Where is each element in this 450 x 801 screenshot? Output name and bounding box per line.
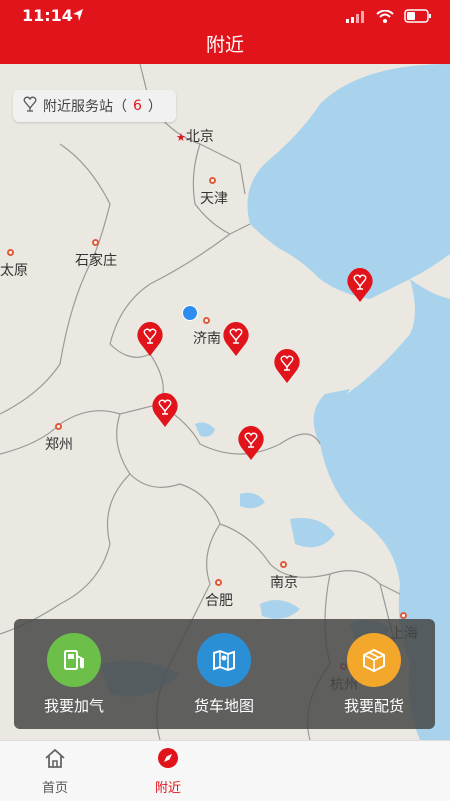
city-shijiazhuang: 石家庄 (75, 234, 117, 270)
status-time: 11:14 (22, 6, 73, 25)
city-tianjin: 天津 (200, 172, 228, 208)
station-pin[interactable] (151, 392, 179, 428)
nav-bar: 附近 (0, 30, 450, 64)
nearby-stations-count: 6 (133, 98, 142, 114)
box-icon (347, 633, 401, 687)
map-icon (197, 633, 251, 687)
map-view[interactable]: 附近服务站（ 6 ） ★北京 天津 石家庄 太原 济南 郑州 合肥 南京 上海 … (0, 64, 450, 740)
battery-icon (404, 8, 432, 27)
nearby-stations-chip[interactable]: 附近服务站（ 6 ） (13, 90, 176, 122)
signal-icon (346, 8, 366, 27)
truck-map-label: 货车地图 (193, 697, 254, 715)
gas-pump-icon (47, 633, 101, 687)
cargo-button[interactable]: 我要配货 (314, 633, 434, 716)
city-hefei: 合肥 (205, 574, 233, 610)
city-taiyuan: 太原 (0, 244, 28, 280)
tab-nearby-label: 附近 (154, 781, 181, 796)
status-bar: 11:14 (0, 0, 450, 30)
location-arrow-icon (72, 7, 84, 26)
city-jinan: 济南 (193, 312, 221, 348)
city-zhengzhou: 郑州 (45, 418, 73, 454)
cargo-label: 我要配货 (343, 697, 404, 715)
refuel-button[interactable]: 我要加气 (14, 633, 134, 716)
nearby-stations-label: 附近服务站（ (43, 99, 127, 115)
station-pin[interactable] (237, 425, 265, 461)
nearby-stations-suffix: ） (147, 99, 162, 115)
heart-station-icon (23, 96, 37, 116)
wifi-icon (376, 8, 394, 27)
station-pin[interactable] (222, 321, 250, 357)
home-icon (43, 748, 67, 773)
tab-home-label: 首页 (41, 781, 68, 796)
capital-star-icon: ★ (176, 131, 186, 144)
station-pin[interactable] (136, 321, 164, 357)
current-location-dot (182, 305, 198, 321)
tab-home[interactable]: 首页 (15, 747, 95, 796)
tab-nearby[interactable]: 附近 (128, 747, 208, 796)
station-pin[interactable] (346, 267, 374, 303)
compass-icon (157, 748, 179, 773)
truck-map-button[interactable]: 货车地图 (164, 633, 284, 716)
city-nanjing: 南京 (270, 556, 298, 592)
action-panel: 我要加气 货车地图 我要配货 (14, 619, 435, 729)
page-title: 附近 (205, 34, 244, 56)
tab-bar: 首页 附近 (0, 740, 450, 801)
station-pin[interactable] (273, 348, 301, 384)
city-beijing: ★北京 (176, 129, 214, 145)
refuel-label: 我要加气 (43, 697, 104, 715)
